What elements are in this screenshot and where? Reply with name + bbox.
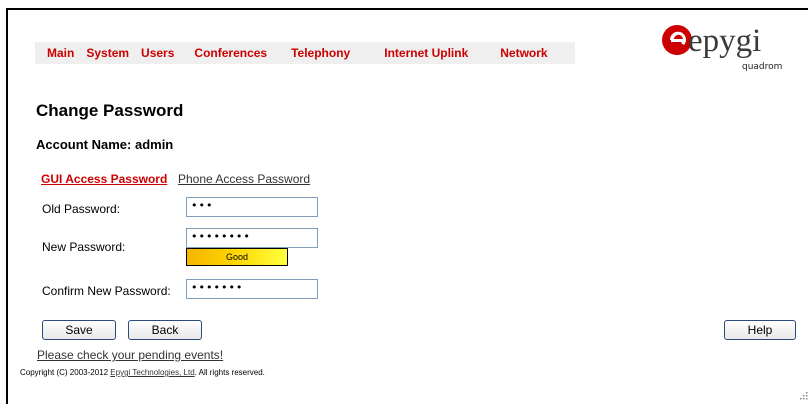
confirm-password-label: Confirm New Password: [42,284,171,298]
confirm-password-field[interactable]: ••••••• [186,279,318,299]
page-title: Change Password [36,101,184,120]
new-password-field[interactable]: •••••••• [186,228,318,248]
copyright-suffix: . All rights reserved. [194,368,265,377]
tab-gui-access-password[interactable]: GUI Access Password [41,172,167,186]
product-name: quadrom [742,62,783,72]
password-strength-meter: Good [186,248,288,266]
back-button[interactable]: Back [128,320,202,340]
old-password-label: Old Password: [42,202,121,216]
copyright-notice: Copyright (C) 2003-2012 Epygi Technologi… [20,368,265,377]
account-name: Account Name: admin [36,137,174,152]
epygi-logo: epygi quadrom [660,22,790,82]
new-password-label: New Password: [42,240,126,254]
menu-item-internet-uplink[interactable]: Internet Uplink [350,46,468,60]
menu-item-main[interactable]: Main [35,46,74,60]
copyright-prefix: Copyright (C) 2003-2012 [20,368,111,377]
save-button[interactable]: Save [42,320,116,340]
menu-item-telephony[interactable]: Telephony [267,46,350,60]
menu-item-conferences[interactable]: Conferences [174,46,267,60]
menu-item-system[interactable]: System [74,46,129,60]
pending-events-link[interactable]: Please check your pending events! [37,348,223,362]
menu-item-users[interactable]: Users [129,46,174,60]
company-link[interactable]: Epygi Technologies, Ltd [110,368,194,377]
brand-name: epygi [688,23,762,59]
old-password-field[interactable]: ••• [186,197,318,217]
help-button[interactable]: Help [724,320,796,340]
tab-phone-access-password[interactable]: Phone Access Password [178,172,310,186]
resize-grip-icon[interactable] [798,390,808,400]
main-menu: Main System Users Conferences Telephony … [35,42,575,64]
menu-item-network[interactable]: Network [468,46,547,60]
